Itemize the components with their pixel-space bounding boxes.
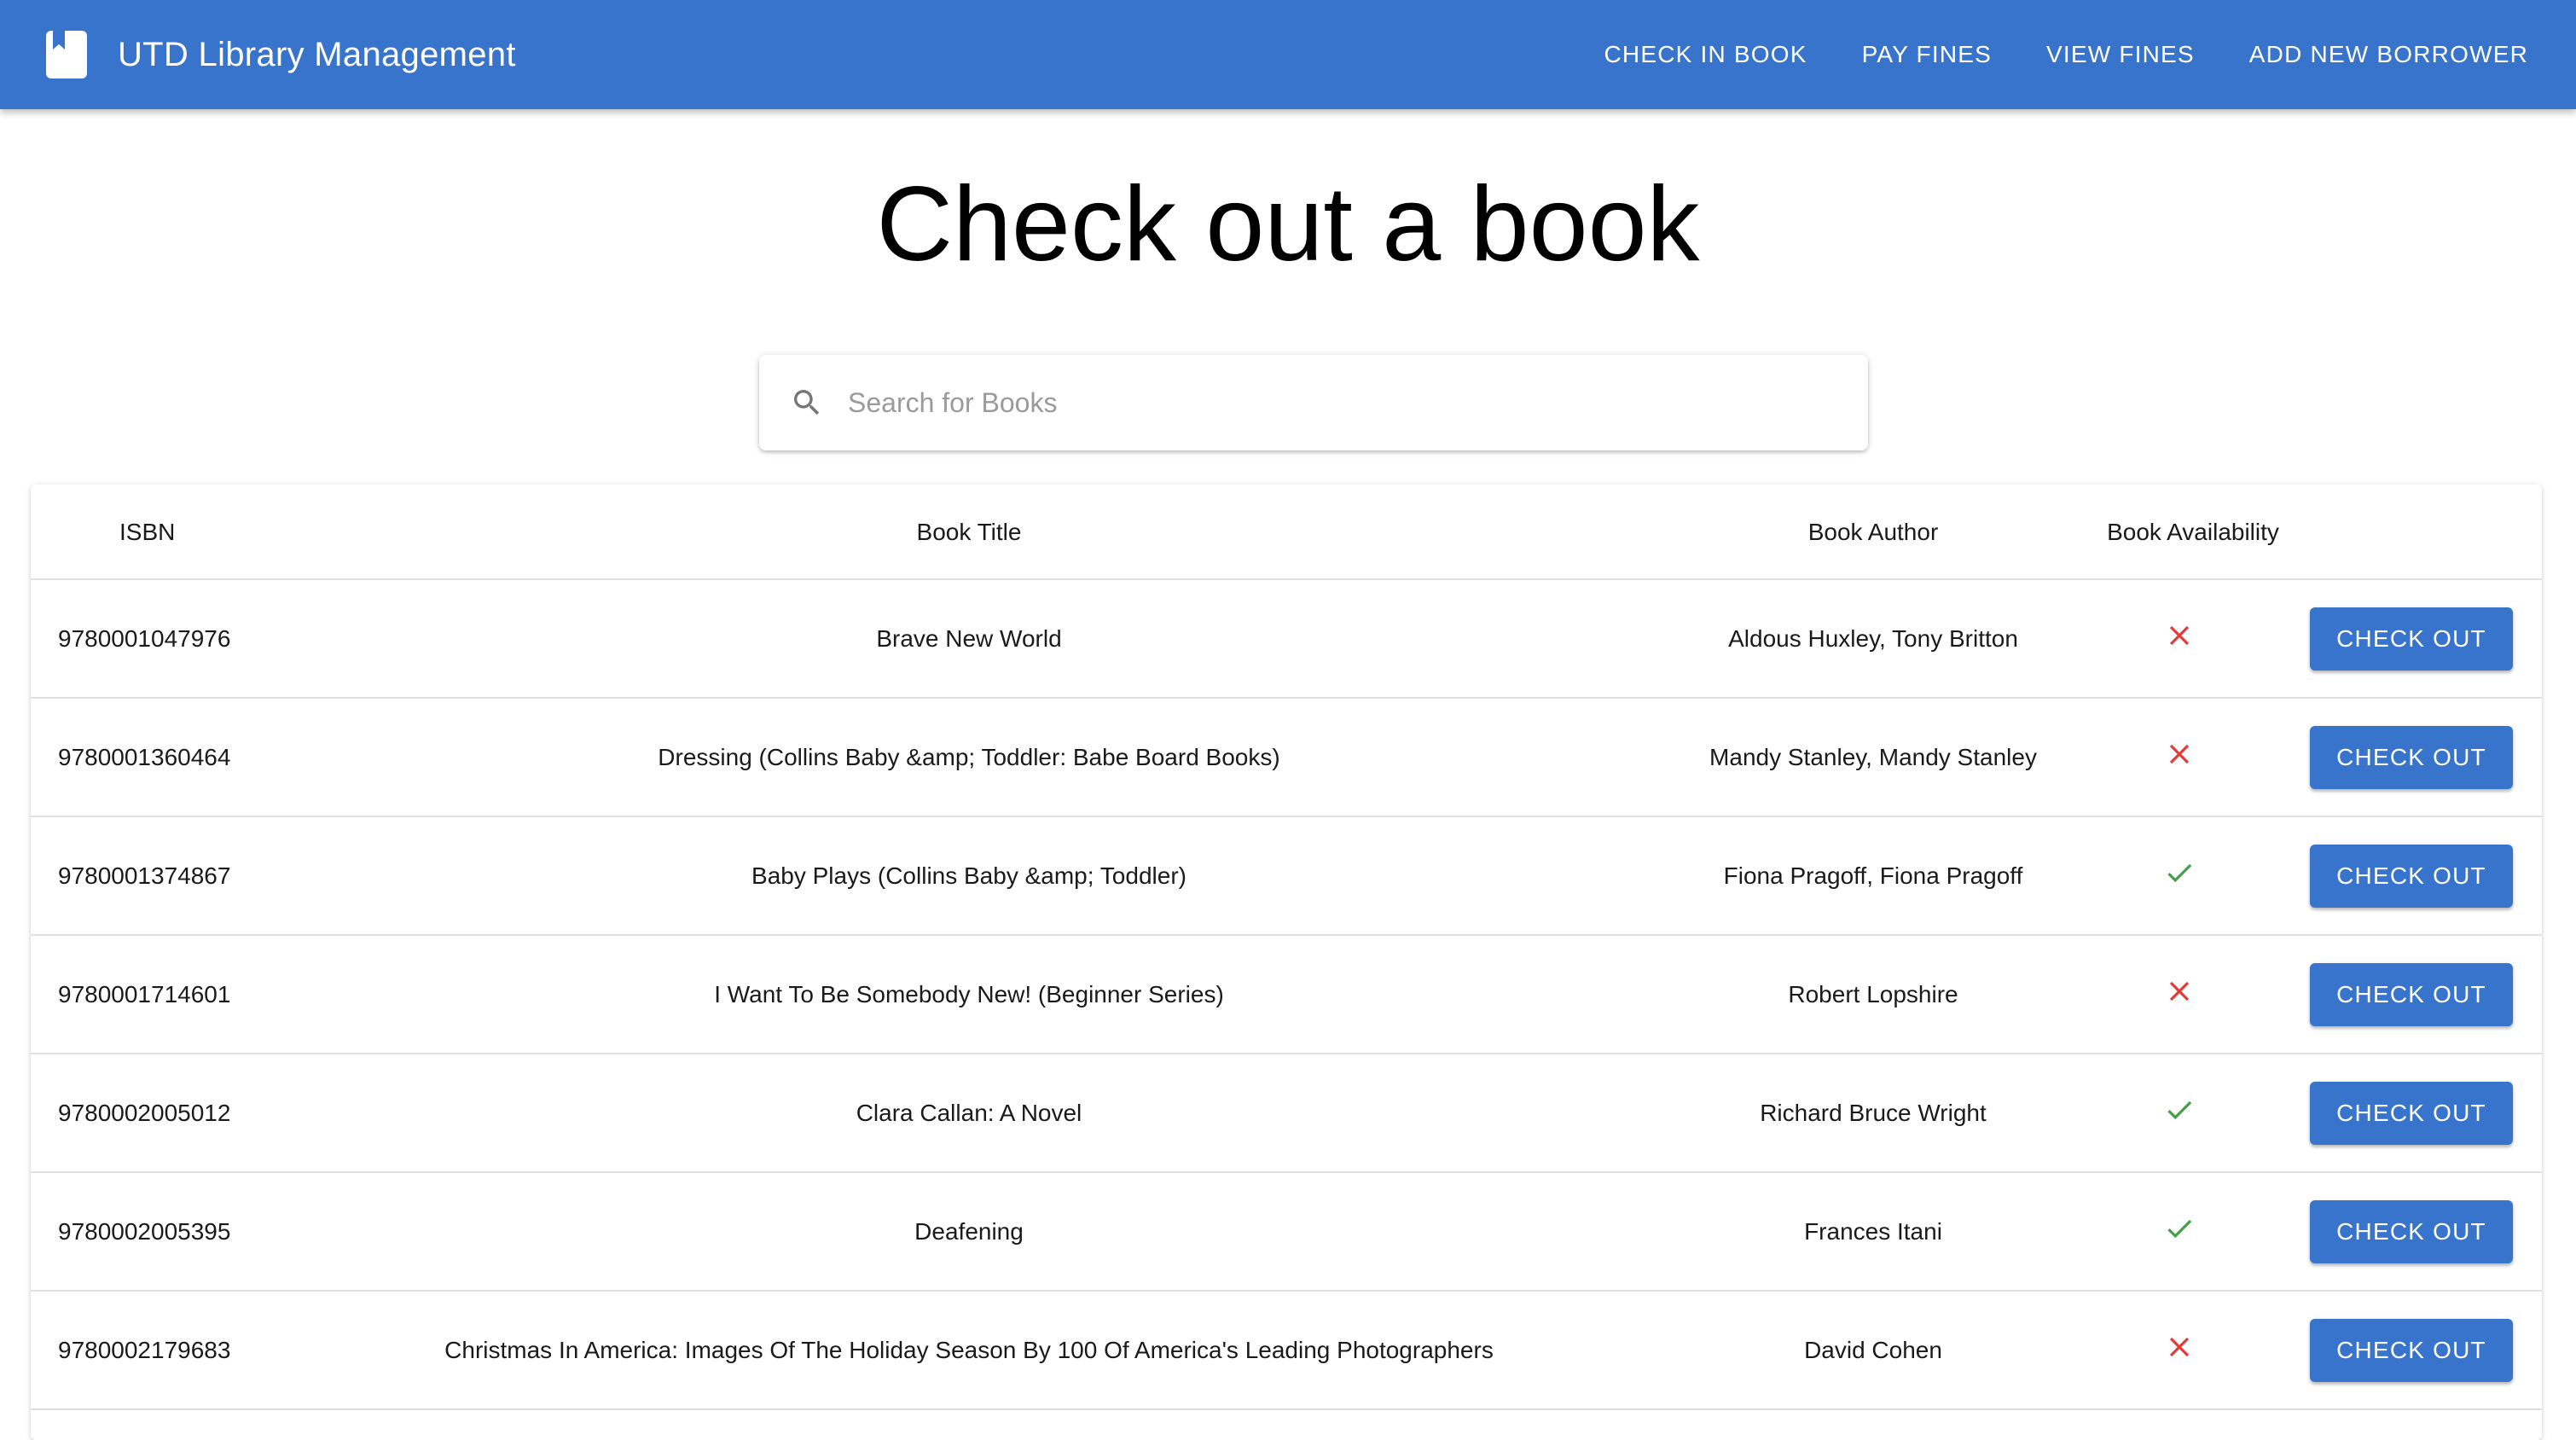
unavailable-x-icon — [2169, 744, 2190, 764]
nav-pay-fines[interactable]: PAY FINES — [1835, 0, 2019, 109]
cell-book-title: Clara Callan: A Novel — [856, 1100, 1082, 1126]
books-table: ISBN Book Title Book Author Book Availab… — [31, 485, 2542, 1440]
cell-book-title: Brave New World — [876, 625, 1062, 652]
check-out-button[interactable]: CHECK OUT — [2310, 1319, 2513, 1382]
cell-book-title: Christmas In America: Images Of The Holi… — [444, 1337, 1494, 1363]
check-out-button[interactable]: CHECK OUT — [2310, 1200, 2513, 1263]
header-book-title: Book Title — [916, 519, 1022, 545]
available-check-icon — [2167, 863, 2192, 883]
check-out-button[interactable]: CHECK OUT — [2310, 607, 2513, 671]
table-row: 9780001360464 Dressing (Collins Baby &amp… — [31, 699, 2542, 817]
cell-book-author: Robert Lopshire — [1788, 981, 1958, 1007]
top-nav: CHECK IN BOOK PAY FINES VIEW FINES ADD N… — [1577, 0, 2529, 109]
nav-view-fines[interactable]: VIEW FINES — [2019, 0, 2222, 109]
unavailable-x-icon — [2169, 625, 2190, 646]
unavailable-x-icon — [2169, 1337, 2190, 1357]
search-bar — [759, 355, 1868, 450]
cell-isbn: 9780001047976 — [58, 625, 231, 652]
table-header: ISBN Book Title Book Author Book Availab… — [31, 485, 2542, 580]
unavailable-x-icon — [2169, 981, 2190, 1002]
app-title: UTD Library Management — [118, 36, 516, 73]
available-check-icon — [2167, 1100, 2192, 1120]
search-input[interactable] — [839, 355, 1846, 450]
search-icon — [794, 390, 820, 415]
table-row: 9780002179683 Christmas In America: Image… — [31, 1292, 2542, 1410]
cell-isbn: 9780002005012 — [58, 1100, 231, 1126]
check-out-button[interactable]: CHECK OUT — [2310, 1082, 2513, 1145]
cell-isbn: 9780001374867 — [58, 862, 231, 889]
cell-isbn: 9780001360464 — [58, 744, 231, 770]
cell-book-title: I Want To Be Somebody New! (Beginner Ser… — [714, 981, 1224, 1007]
cell-isbn: 9780002005395 — [58, 1218, 231, 1245]
cell-book-author: David Cohen — [1804, 1337, 1942, 1363]
app-bar: UTD Library Management CHECK IN BOOK PAY… — [0, 0, 2576, 109]
header-book-availability: Book Availability — [2107, 519, 2279, 545]
cell-book-title: Baby Plays (Collins Baby &amp; Toddler) — [751, 862, 1186, 889]
cell-book-author: Mandy Stanley, Mandy Stanley — [1709, 744, 2037, 770]
table-row: 9780002005012 Clara Callan: A Novel Richar… — [31, 1054, 2542, 1173]
check-out-button[interactable]: CHECK OUT — [2310, 726, 2513, 789]
bookmark-icon — [53, 31, 65, 49]
table-row: 9780002005395 Deafening Frances Itani CHECK… — [31, 1173, 2542, 1292]
check-out-button[interactable]: CHECK OUT — [2310, 963, 2513, 1026]
table-row: 9780001047976 Brave New World Aldous Huxle… — [31, 580, 2542, 699]
cell-isbn: 9780002179683 — [58, 1337, 231, 1363]
cell-isbn: 9780001714601 — [58, 981, 231, 1007]
cell-book-author: Richard Bruce Wright — [1760, 1100, 1987, 1126]
cell-book-author: Fiona Pragoff, Fiona Pragoff — [1723, 862, 2023, 889]
available-check-icon — [2167, 1219, 2192, 1239]
nav-add-new-borrower[interactable]: ADD NEW BORROWER — [2222, 0, 2528, 109]
nav-check-in-book[interactable]: CHECK IN BOOK — [1577, 0, 1835, 109]
cell-book-title: Deafening — [914, 1218, 1024, 1245]
table-row: 9780001714601 I Want To Be Somebody New! … — [31, 936, 2542, 1054]
cell-book-title: Dressing (Collins Baby &amp; Toddler: Ba… — [658, 744, 1280, 770]
page-title: Check out a book — [876, 165, 1700, 283]
book-icon — [46, 31, 87, 78]
cell-book-author: Frances Itani — [1804, 1218, 1942, 1245]
cell-book-author: Aldous Huxley, Tony Britton — [1728, 625, 2018, 652]
table-row: 9780001374867 Baby Plays (Collins Baby &a… — [31, 817, 2542, 936]
header-isbn: ISBN — [119, 519, 176, 545]
check-out-button[interactable]: CHECK OUT — [2310, 845, 2513, 908]
